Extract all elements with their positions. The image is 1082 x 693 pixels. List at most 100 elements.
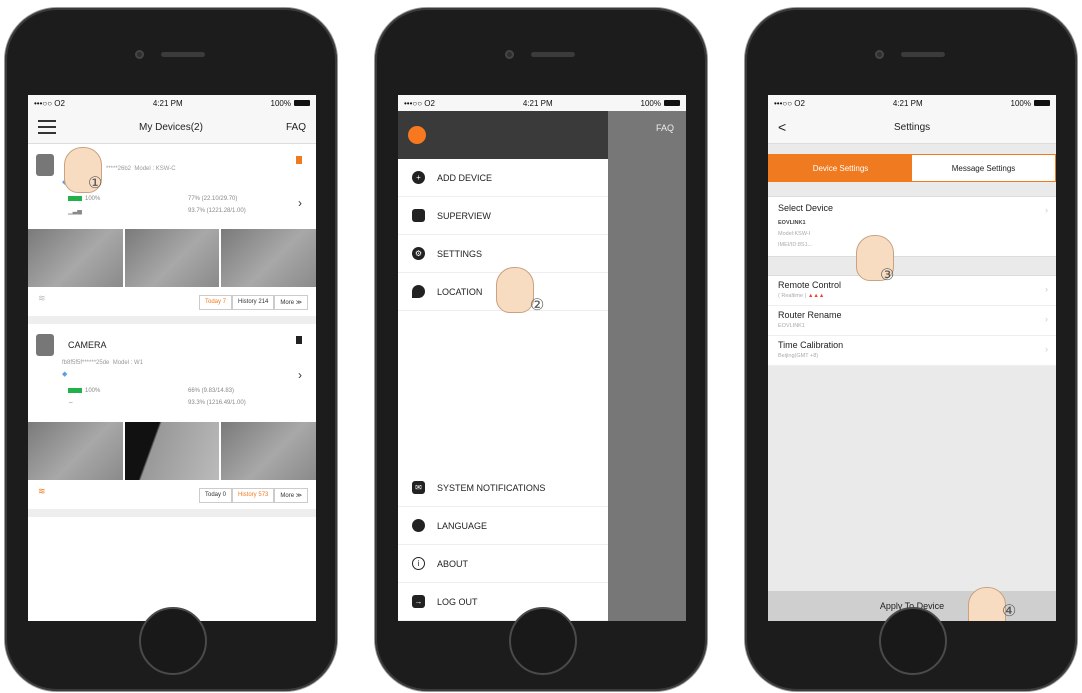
my-devices-screen: •••○○ O2 4:21 PM 100% My Devices(2) FAQ … (28, 95, 316, 621)
battery-bar-icon (68, 388, 82, 394)
dimmed-overlay[interactable]: FAQ (608, 111, 686, 621)
phone-3: •••○○ O2 4:21 PM 100% < Settings Device … (745, 8, 1077, 691)
globe-icon (412, 519, 425, 532)
home-button[interactable] (509, 607, 577, 675)
thumbnail-strip (28, 229, 316, 288)
device-card[interactable]: CAMERA fb8f5f5f******25de Model : W1 ◆ ›… (28, 324, 316, 518)
chevron-right-icon: › (1045, 314, 1048, 324)
select-device-row[interactable]: Select Device EOVLINK1 Model:KSW-I IMEI/… (768, 196, 1056, 257)
device-stats: 100% 66% (9.83/14.83) ⌔ 93.3% (1216.49/1… (68, 388, 308, 408)
tab-history[interactable]: History 214 (232, 295, 275, 311)
camera-icon (36, 154, 54, 176)
user-avatar-icon[interactable] (408, 126, 426, 144)
menu-about[interactable]: i ABOUT (398, 545, 608, 583)
front-camera (875, 50, 884, 59)
tab-more[interactable]: More ≫ (274, 488, 308, 504)
tab-message-settings[interactable]: Message Settings (912, 155, 1055, 181)
front-camera (135, 50, 144, 59)
logout-icon: → (412, 595, 425, 608)
page-title: My Devices(2) (139, 121, 203, 133)
gear-icon: ⚙ (412, 247, 425, 260)
tab-more[interactable]: More ≫ (274, 295, 308, 311)
chevron-right-icon: › (1045, 344, 1048, 354)
remote-control-sub: ( Realtime ) ▲▲▲ (778, 293, 825, 299)
tab-device-settings[interactable]: Device Settings (769, 155, 912, 181)
sd-usage: 66% (9.83/14.83) (188, 388, 235, 395)
battery-status: 100% (641, 99, 680, 108)
tab-history[interactable]: History 573 (232, 488, 275, 504)
battery-icon (293, 100, 310, 107)
tab-today[interactable]: Today 7 (199, 295, 233, 311)
tab-today[interactable]: Today 0 (199, 488, 233, 504)
menu-language[interactable]: LANGUAGE (398, 507, 608, 545)
nav-bar: < Settings (768, 111, 1056, 144)
history-tabs: Today 0 History 573 More ≫ (36, 488, 308, 504)
carrier: •••○○ O2 (774, 98, 805, 108)
thumbnail[interactable] (28, 229, 123, 288)
status-bar: •••○○ O2 4:21 PM 100% (28, 95, 316, 111)
step-number: ④ (1002, 601, 1017, 620)
home-button[interactable] (139, 607, 207, 675)
thumbnail[interactable] (124, 422, 220, 481)
battery-status: 100% (1011, 99, 1050, 108)
select-device-label: Select Device (778, 203, 834, 213)
plus-circle-icon: + (412, 171, 425, 184)
menu-superview[interactable]: SUPERVIEW (398, 197, 608, 235)
settings-list: Remote Control ( Realtime ) ▲▲▲ › Router… (768, 275, 1056, 366)
thumbnail[interactable] (221, 229, 316, 288)
remote-control-row[interactable]: Remote Control ( Realtime ) ▲▲▲ › (768, 276, 1056, 306)
menu-log-out[interactable]: → LOG OUT (398, 583, 608, 621)
battery-icon (663, 100, 680, 107)
pointing-hand-icon (968, 587, 1006, 621)
time-calibration-row[interactable]: Time Calibration Beijing(GMT +8) › (768, 336, 1056, 366)
device-meta: *****26b2 Model : KSW-C (106, 166, 176, 172)
cloud-usage: 93.3% (1216.49/1.00) (188, 400, 246, 407)
step-number: ① (88, 173, 103, 192)
status-bar: •••○○ O2 4:21 PM 100% (398, 95, 686, 111)
battery-bar-icon (68, 196, 82, 201)
phone-1: •••○○ O2 4:21 PM 100% My Devices(2) FAQ … (5, 8, 337, 691)
menu-settings[interactable]: ⚙ SETTINGS (398, 235, 608, 273)
router-rename-row[interactable]: Router Rename EOVLINK1 › (768, 306, 1056, 336)
faq-link[interactable]: FAQ (286, 122, 306, 133)
pointing-hand-icon (496, 267, 534, 313)
info-icon: i (412, 557, 425, 570)
faq-link[interactable]: FAQ (656, 123, 674, 133)
selected-device-model: Model:KSW-I (778, 231, 811, 237)
thumbnail[interactable] (221, 422, 316, 481)
trash-icon[interactable] (296, 336, 302, 345)
hamburger-menu-icon[interactable] (38, 120, 56, 134)
device-meta: fb8f5f5f******25de Model : W1 (62, 360, 144, 367)
image-icon (412, 209, 425, 222)
home-button[interactable] (879, 607, 947, 675)
drawer-bottom-menu: ✉ SYSTEM NOTIFICATIONS LANGUAGE i ABOUT → L… (398, 469, 608, 621)
menu-system-notifications[interactable]: ✉ SYSTEM NOTIFICATIONS (398, 469, 608, 507)
speaker (901, 52, 945, 57)
page-title: Settings (894, 121, 931, 133)
chevron-right-icon: › (1045, 284, 1048, 294)
drawer-menu-screen: •••○○ O2 4:21 PM 100% FAQ + ADD DEVICE SU… (398, 95, 686, 621)
clock: 4:21 PM (892, 98, 923, 108)
thumbnail[interactable] (28, 422, 123, 481)
battery-status: 100% (271, 99, 310, 108)
sd-usage: 77% (22.10/29.70) (188, 196, 238, 202)
thumbnail[interactable] (124, 229, 220, 288)
camera-icon (36, 334, 54, 357)
menu-add-device[interactable]: + ADD DEVICE (398, 159, 608, 197)
chevron-right-icon[interactable]: › (298, 196, 302, 210)
trash-icon[interactable] (296, 156, 302, 164)
settings-tabs: Device Settings Message Settings (768, 154, 1056, 182)
side-drawer: + ADD DEVICE SUPERVIEW ⚙ SETTINGS LOCATION… (398, 111, 608, 621)
wifi-icon: ⌔ (68, 402, 74, 409)
selected-device-info: EOVLINK1 (778, 220, 806, 226)
warning-icon: ▲▲▲ (807, 293, 825, 299)
step-number: ② (530, 295, 545, 314)
clock: 4:21 PM (152, 98, 183, 108)
nav-bar: My Devices(2) FAQ (28, 111, 316, 144)
chevron-right-icon[interactable]: › (298, 368, 302, 382)
device-stats: 100% 77% (22.10/29.70) ▁▃▅ 93.7% (1221.2… (68, 196, 308, 215)
signal-wave-icon: ≋ (38, 486, 46, 497)
back-chevron-icon[interactable]: < (778, 119, 786, 135)
carrier: •••○○ O2 (34, 98, 65, 108)
envelope-icon: ✉ (412, 481, 425, 494)
